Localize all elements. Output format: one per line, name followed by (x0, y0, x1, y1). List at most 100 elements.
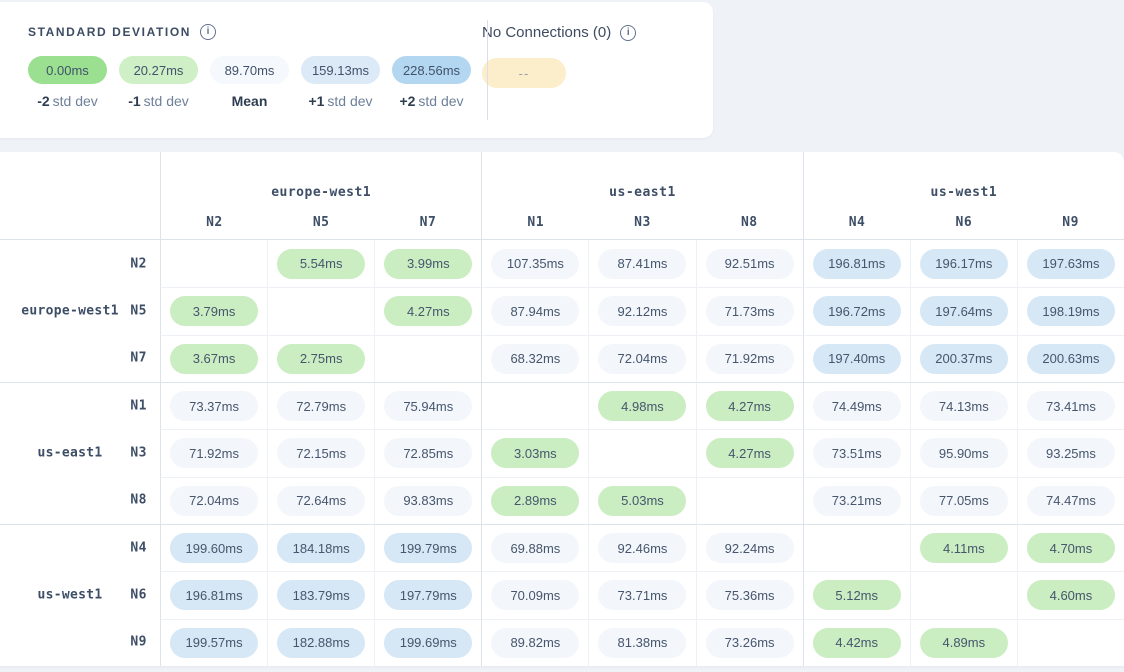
latency-pill[interactable]: 89.82ms (491, 628, 579, 658)
latency-pill[interactable]: 87.41ms (598, 249, 686, 279)
latency-pill[interactable]: 4.70ms (1027, 533, 1115, 563)
latency-cell: 107.35ms (481, 240, 588, 287)
latency-pill[interactable]: 73.71ms (598, 580, 686, 610)
latency-pill[interactable]: 70.09ms (491, 580, 579, 610)
legend-pill-2: 89.70ms (210, 56, 289, 84)
info-icon[interactable]: i (620, 25, 636, 41)
latency-pill[interactable]: 92.24ms (706, 533, 794, 563)
latency-pill[interactable]: 4.11ms (920, 533, 1008, 563)
latency-cell: 72.15ms (267, 429, 374, 476)
latency-pill[interactable]: 73.21ms (813, 486, 901, 516)
latency-pill[interactable]: 4.60ms (1027, 580, 1115, 610)
column-header-N3: N3 (589, 215, 696, 230)
latency-pill[interactable]: 199.57ms (170, 628, 258, 658)
latency-pill[interactable]: 93.25ms (1027, 438, 1115, 468)
latency-matrix-grid: europe-west1N2N5N7us-east1N1N3N8us-west1… (0, 152, 1124, 666)
latency-cell: 69.88ms (481, 524, 588, 571)
latency-cell: 73.21ms (803, 477, 910, 524)
latency-pill[interactable]: 71.92ms (170, 438, 258, 468)
row-label-cell: N1 (0, 382, 160, 429)
latency-pill[interactable]: 196.81ms (813, 249, 901, 279)
latency-pill[interactable]: 197.63ms (1027, 249, 1115, 279)
latency-pill[interactable]: 199.60ms (170, 533, 258, 563)
latency-pill[interactable]: 4.89ms (920, 628, 1008, 658)
latency-pill[interactable]: 5.12ms (813, 580, 901, 610)
latency-pill[interactable]: 95.90ms (920, 438, 1008, 468)
latency-pill[interactable]: 199.69ms (384, 628, 472, 658)
latency-pill[interactable]: 196.17ms (920, 249, 1008, 279)
latency-pill[interactable]: 3.79ms (170, 296, 258, 326)
latency-pill[interactable]: 4.27ms (384, 296, 472, 326)
latency-pill[interactable]: 74.13ms (920, 391, 1008, 421)
latency-pill[interactable]: 183.79ms (277, 580, 365, 610)
latency-pill[interactable]: 3.67ms (170, 344, 258, 374)
latency-pill[interactable]: 73.41ms (1027, 391, 1115, 421)
latency-pill[interactable]: 199.79ms (384, 533, 472, 563)
latency-pill[interactable]: 73.26ms (706, 628, 794, 658)
latency-pill[interactable]: 3.03ms (491, 438, 579, 468)
latency-cell: 199.60ms (160, 524, 267, 571)
latency-pill[interactable]: 92.46ms (598, 533, 686, 563)
latency-pill[interactable]: 198.19ms (1027, 296, 1115, 326)
latency-pill[interactable]: 196.81ms (170, 580, 258, 610)
latency-pill[interactable]: 4.98ms (598, 391, 686, 421)
latency-pill[interactable]: 72.85ms (384, 438, 472, 468)
info-icon[interactable]: i (200, 24, 216, 40)
latency-cell: 199.69ms (374, 619, 481, 666)
latency-pill[interactable]: 92.51ms (706, 249, 794, 279)
legend-label-rest: std dev (144, 93, 189, 109)
latency-pill[interactable]: 72.79ms (277, 391, 365, 421)
column-header-N6: N6 (910, 215, 1017, 230)
latency-pill[interactable]: 4.27ms (706, 391, 794, 421)
latency-pill[interactable]: 2.89ms (491, 486, 579, 516)
latency-pill[interactable]: 74.49ms (813, 391, 901, 421)
latency-pill[interactable]: 74.47ms (1027, 486, 1115, 516)
latency-pill[interactable]: 87.94ms (491, 296, 579, 326)
legend-pill-row: 0.00ms20.27ms89.70ms159.13ms228.56ms (28, 56, 459, 84)
latency-pill[interactable]: 2.75ms (277, 344, 365, 374)
latency-cell: 70.09ms (481, 571, 588, 618)
latency-pill[interactable]: 72.04ms (170, 486, 258, 516)
latency-pill[interactable]: 200.37ms (920, 344, 1008, 374)
latency-pill[interactable]: 182.88ms (277, 628, 365, 658)
latency-pill[interactable]: 71.73ms (706, 296, 794, 326)
latency-pill[interactable]: 69.88ms (491, 533, 579, 563)
latency-pill[interactable]: 197.64ms (920, 296, 1008, 326)
latency-cell: 75.36ms (696, 571, 803, 618)
latency-cell: 68.32ms (481, 335, 588, 382)
latency-pill[interactable]: 184.18ms (277, 533, 365, 563)
latency-pill[interactable]: 92.12ms (598, 296, 686, 326)
latency-pill[interactable]: 93.83ms (384, 486, 472, 516)
latency-pill[interactable]: 200.63ms (1027, 344, 1115, 374)
no-connections-pill: -- (482, 58, 566, 88)
latency-pill[interactable]: 197.40ms (813, 344, 901, 374)
column-node-headers: N2N5N7 (161, 215, 481, 230)
latency-pill[interactable]: 5.54ms (277, 249, 365, 279)
latency-pill[interactable]: 4.42ms (813, 628, 901, 658)
latency-pill[interactable]: 77.05ms (920, 486, 1008, 516)
latency-pill[interactable]: 72.04ms (598, 344, 686, 374)
latency-pill[interactable]: 73.51ms (813, 438, 901, 468)
latency-pill[interactable]: 68.32ms (491, 344, 579, 374)
latency-pill[interactable]: 75.36ms (706, 580, 794, 610)
latency-pill[interactable]: 75.94ms (384, 391, 472, 421)
latency-cell (160, 240, 267, 287)
latency-cell: 73.26ms (696, 619, 803, 666)
latency-cell: 4.27ms (696, 429, 803, 476)
latency-pill[interactable]: 197.79ms (384, 580, 472, 610)
latency-pill[interactable]: 4.27ms (706, 438, 794, 468)
latency-cell: 71.92ms (696, 335, 803, 382)
latency-pill[interactable]: 73.37ms (170, 391, 258, 421)
latency-pill[interactable]: 71.92ms (706, 344, 794, 374)
latency-cell: 71.73ms (696, 287, 803, 334)
latency-pill[interactable]: 3.99ms (384, 249, 472, 279)
latency-pill[interactable]: 5.03ms (598, 486, 686, 516)
latency-pill[interactable]: 107.35ms (491, 249, 579, 279)
latency-cell: 200.37ms (910, 335, 1017, 382)
latency-pill[interactable]: 196.72ms (813, 296, 901, 326)
latency-cell: 72.04ms (588, 335, 695, 382)
latency-pill[interactable]: 72.64ms (277, 486, 365, 516)
latency-pill[interactable]: 72.15ms (277, 438, 365, 468)
latency-cell: 198.19ms (1017, 287, 1124, 334)
latency-pill[interactable]: 81.38ms (598, 628, 686, 658)
